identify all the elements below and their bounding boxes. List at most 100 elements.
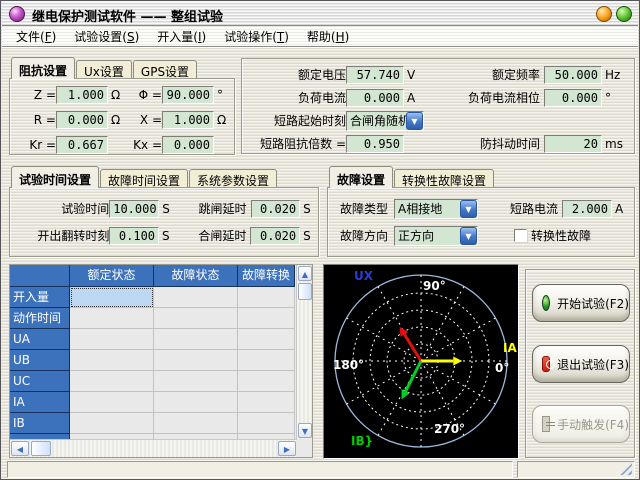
- test-time-label: 试验时间: [18, 200, 109, 217]
- manual-trigger-button[interactable]: 手动触发(F4): [532, 405, 630, 443]
- rated-freq-label: 额定频率: [426, 66, 540, 83]
- impedance-mult-label: 短路阻抗倍数 =: [250, 135, 346, 152]
- angle-0-label: 0°: [495, 361, 509, 375]
- convert-fault-checkbox[interactable]: [514, 229, 527, 242]
- test-time-input[interactable]: 10.000: [109, 200, 159, 218]
- kr-label: Kr =: [22, 138, 56, 152]
- scroll-down-icon[interactable]: ▼: [298, 423, 312, 438]
- phi-input[interactable]: 90.000: [162, 86, 214, 104]
- load-phase-label: 负荷电流相位: [426, 89, 540, 106]
- tab-fault-time-settings[interactable]: 故障时间设置: [100, 169, 188, 188]
- fault-direction-dropdown[interactable]: 正方向 ▼: [394, 226, 478, 246]
- results-table: 额定状态 故障状态 故障转换 开入量 动作时间 UA UB UC IA: [9, 264, 313, 458]
- start-test-button[interactable]: 开始试验(F2): [532, 284, 630, 322]
- minimize-button[interactable]: [596, 6, 612, 22]
- short-current-unit: A: [612, 202, 623, 216]
- menu-item-test-operation[interactable]: 试验操作(T): [216, 26, 297, 47]
- vertical-scrollbar[interactable]: ▲ ▼: [296, 265, 312, 439]
- horizontal-scrollbar[interactable]: ◀ ▶: [10, 439, 297, 457]
- fault-group: 故障类型 A相接地 ▼ 短路电流 2.000 A 故障方向 正方向 ▼ 转换性故…: [327, 187, 635, 257]
- x-input[interactable]: 1.000: [162, 111, 214, 129]
- table-row: IB: [10, 413, 312, 434]
- load-current-label: 负荷电流: [250, 89, 346, 106]
- status-bar-right: [517, 461, 635, 478]
- fault-type-label: 故障类型: [336, 200, 388, 217]
- r-unit: Ω: [108, 113, 122, 127]
- short-start-label: 短路起始时刻: [250, 112, 346, 129]
- z-unit: Ω: [108, 88, 122, 102]
- rated-voltage-input[interactable]: 57.740: [346, 66, 404, 84]
- vscroll-thumb[interactable]: [298, 283, 312, 300]
- table-row: IA: [10, 392, 312, 413]
- z-input[interactable]: 1.000: [56, 86, 108, 104]
- close-delay-input[interactable]: 0.020: [250, 227, 300, 245]
- fault-direction-label: 故障方向: [336, 227, 388, 244]
- tab-system-param-settings[interactable]: 系统参数设置: [189, 169, 277, 188]
- exit-test-button[interactable]: 退出试验(F3): [532, 345, 630, 383]
- status-bar-left: [7, 461, 513, 478]
- menu-item-help[interactable]: 帮助(H): [299, 26, 357, 47]
- table-row: UB: [10, 350, 312, 371]
- rated-voltage-label: 额定电压: [250, 66, 346, 83]
- load-current-input[interactable]: 0.000: [346, 89, 404, 107]
- short-start-value: 合闸角随机: [347, 112, 406, 130]
- tab-fault-settings[interactable]: 故障设置: [329, 166, 393, 188]
- scroll-up-icon[interactable]: ▲: [298, 266, 312, 281]
- debounce-label: 防抖动时间: [426, 135, 540, 152]
- close-button[interactable]: [616, 6, 632, 22]
- x-unit: Ω: [214, 113, 228, 127]
- hscroll-thumb[interactable]: [31, 441, 51, 456]
- rated-freq-input[interactable]: 50.000: [544, 66, 602, 84]
- trip-delay-unit: S: [300, 202, 318, 216]
- close-delay-label: 合闸延时: [177, 227, 247, 244]
- chevron-down-icon[interactable]: ▼: [460, 200, 477, 218]
- load-phase-unit: °: [602, 91, 624, 105]
- short-start-dropdown[interactable]: 合闸角随机 ▼: [346, 111, 424, 131]
- tab-convert-fault-settings[interactable]: 转换性故障设置: [394, 169, 494, 188]
- output-flip-input[interactable]: 0.100: [109, 227, 159, 245]
- chevron-down-icon[interactable]: ▼: [406, 112, 423, 130]
- tab-ux-settings[interactable]: Ux设置: [76, 60, 132, 79]
- table-corner-cell: [10, 265, 70, 287]
- close-delay-unit: S: [300, 229, 318, 243]
- phi-unit: °: [214, 88, 228, 102]
- kx-input[interactable]: 0.000: [162, 136, 214, 154]
- impedance-group: Z = 1.000 Ω Φ = 90.000 ° R = 0.000 Ω X =…: [9, 78, 235, 155]
- time-tabstrip: 试验时间设置 故障时间设置 系统参数设置: [11, 166, 278, 188]
- output-flip-unit: S: [159, 229, 177, 243]
- scroll-left-icon[interactable]: ◀: [11, 441, 29, 456]
- tab-impedance-settings[interactable]: 阻抗设置: [11, 57, 75, 79]
- r-label: R =: [22, 113, 56, 127]
- impedance-mult-input[interactable]: 0.950: [346, 135, 404, 153]
- menu-bar: 文件(F) 试验设置(S) 开入量(I) 试验操作(T) 帮助(H): [2, 27, 638, 47]
- col-header-fault-convert: 故障转换: [238, 265, 295, 287]
- scroll-right-icon[interactable]: ▶: [278, 441, 296, 456]
- fault-type-dropdown[interactable]: A相接地 ▼: [394, 199, 478, 219]
- col-header-rated-state: 额定状态: [70, 265, 154, 287]
- short-current-input[interactable]: 2.000: [562, 200, 612, 218]
- col-header-fault-state: 故障状态: [154, 265, 238, 287]
- fault-type-value: A相接地: [395, 200, 460, 218]
- menu-item-binary-input[interactable]: 开入量(I): [149, 26, 214, 47]
- resize-grip[interactable]: [619, 462, 632, 475]
- tab-gps-settings[interactable]: GPS设置: [133, 60, 197, 79]
- r-input[interactable]: 0.000: [56, 111, 108, 129]
- app-icon: [9, 6, 25, 22]
- load-current-unit: A: [404, 91, 426, 105]
- output-flip-label: 开出翻转时刻: [18, 227, 109, 244]
- fault-direction-value: 正方向: [395, 227, 460, 245]
- table-row: UA: [10, 329, 312, 350]
- menu-item-file[interactable]: 文件(F): [8, 26, 64, 47]
- rated-voltage-unit: V: [404, 68, 426, 82]
- selected-cell[interactable]: [70, 287, 154, 308]
- menu-item-test-settings[interactable]: 试验设置(S): [66, 26, 147, 47]
- x-label: X =: [122, 113, 162, 127]
- window-title: 继电保护测试软件 —— 整组试验: [32, 6, 223, 25]
- chevron-down-icon[interactable]: ▼: [460, 227, 477, 245]
- trip-delay-input[interactable]: 0.020: [251, 200, 301, 218]
- debounce-input[interactable]: 20: [544, 135, 602, 153]
- tab-test-time-settings[interactable]: 试验时间设置: [11, 166, 99, 188]
- load-phase-input[interactable]: 0.000: [544, 89, 602, 107]
- power-icon: [542, 356, 550, 372]
- kr-input[interactable]: 0.667: [56, 136, 108, 154]
